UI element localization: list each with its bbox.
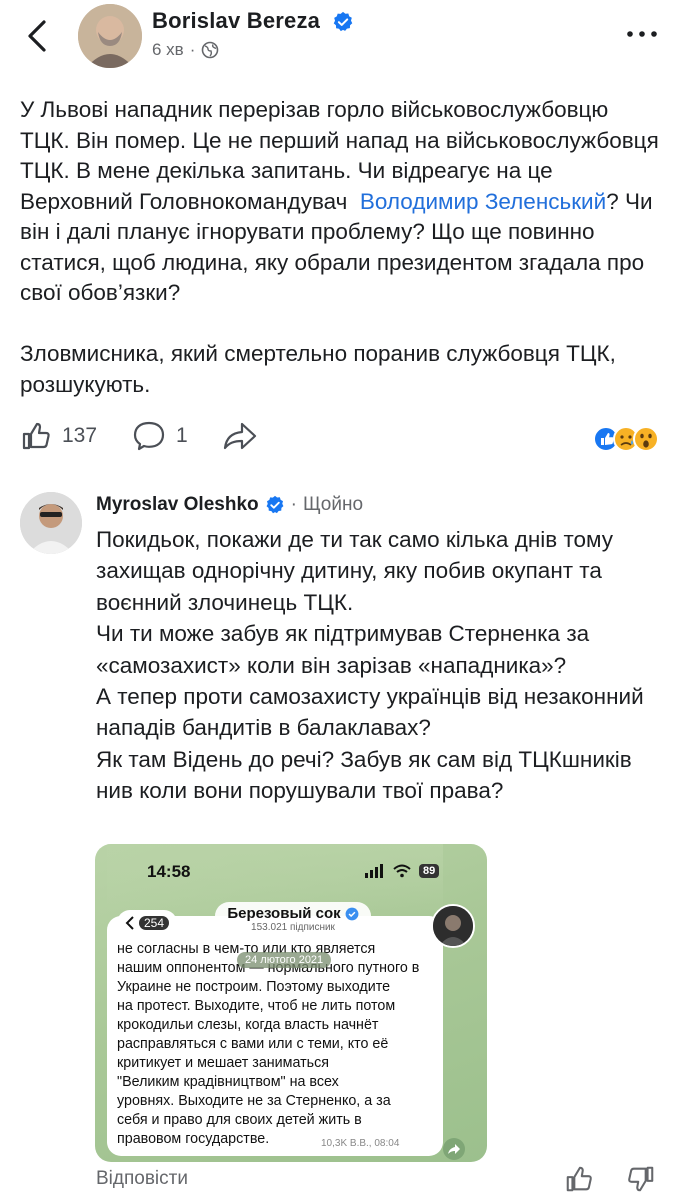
verified-badge-icon	[266, 495, 284, 514]
screenshot-views: 10,3K В.В., 08:04	[321, 1138, 400, 1149]
author-avatar[interactable]	[78, 4, 142, 68]
screenshot-subscribers: 153.021 підписник	[251, 922, 335, 933]
like-button[interactable]: 137	[20, 420, 97, 452]
screenshot-status-bar: 89	[365, 862, 440, 880]
meta-dot: ·	[189, 40, 196, 59]
screenshot-channel-name: Березовый сок	[227, 905, 341, 922]
chevron-left-icon	[28, 20, 46, 52]
chevron-left-icon	[125, 916, 134, 930]
thumbs-down-icon	[628, 1166, 654, 1192]
post-text-part2: ? Чи він і далі планує ігнорувати пробле…	[20, 188, 653, 397]
comment-author: Myroslav Oleshko · Щойно	[96, 494, 363, 516]
screenshot-channel-header: Березовый сок 153.021 підписник	[215, 902, 371, 940]
post-body: У Львові нападник перерізав горло військ…	[20, 95, 660, 400]
share-arrow-icon	[448, 1144, 460, 1154]
comment-time: Щойно	[302, 494, 364, 515]
wow-reaction-icon	[633, 426, 659, 452]
comment-like-button[interactable]	[564, 1164, 594, 1194]
screenshot-share-button	[443, 1138, 465, 1160]
commenter-avatar[interactable]	[20, 492, 82, 554]
post-author-name[interactable]: Borislav Bereza	[152, 8, 354, 34]
author-name-text[interactable]: Borislav Bereza	[152, 8, 320, 33]
commenter-name[interactable]: Myroslav Oleshko	[96, 494, 259, 516]
thumbs-up-icon	[566, 1166, 592, 1192]
comment-attached-screenshot[interactable]: 14:58 89 254 Березовый сок 153.021 підпи…	[95, 844, 487, 1162]
mention-link[interactable]: Володимир Зеленський	[360, 189, 606, 214]
screenshot-message-text: не согласны в чем-то или кто является на…	[117, 941, 420, 1147]
comment-count: 1	[176, 424, 188, 447]
screenshot-channel-avatar	[431, 904, 475, 948]
globe-icon	[202, 41, 219, 59]
screenshot-date-badge: 24 лютого 2021	[237, 952, 332, 968]
back-button[interactable]	[22, 18, 56, 54]
more-options-button[interactable]	[624, 24, 660, 44]
reply-button[interactable]: Відповісти	[96, 1168, 188, 1190]
screenshot-back-button: 254	[117, 910, 178, 936]
comment-dot: ·	[290, 494, 297, 515]
verified-badge-icon	[334, 12, 353, 32]
signal-icon	[365, 864, 383, 878]
more-dots-icon	[627, 31, 657, 37]
battery-indicator: 89	[419, 864, 440, 878]
post-actions: 137 1	[20, 420, 660, 460]
comment-text: Покидьок, покажи де ти так само кілька д…	[96, 527, 644, 804]
share-arrow-icon	[223, 422, 257, 450]
comment-button[interactable]: 1	[132, 420, 188, 452]
share-button[interactable]	[222, 420, 258, 452]
like-count: 137	[62, 424, 98, 447]
screenshot-unread-count: 254	[139, 916, 170, 930]
thumbs-up-icon	[22, 422, 50, 450]
reactions-summary[interactable]	[592, 424, 660, 454]
post-meta: 6 хв ·	[152, 40, 219, 60]
comment-dislike-button[interactable]	[626, 1164, 656, 1194]
screenshot-clock: 14:58	[147, 862, 191, 881]
post-time[interactable]: 6 хв	[152, 40, 184, 60]
wifi-icon	[393, 864, 411, 878]
verified-badge-icon	[345, 907, 359, 920]
comment-bubble-icon	[133, 421, 165, 451]
